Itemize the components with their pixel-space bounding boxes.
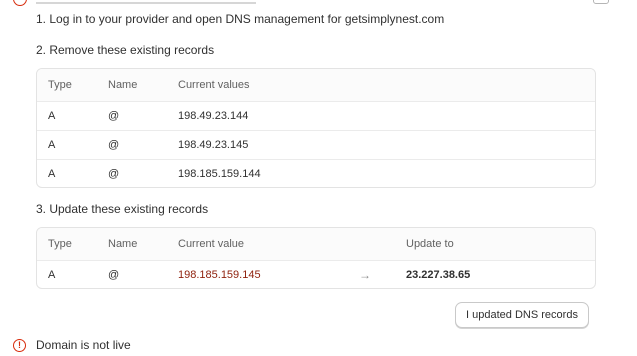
column-header-name: Name: [108, 79, 138, 91]
table-header-row: Type Name Current values: [37, 69, 595, 101]
record-type: A: [48, 110, 56, 122]
column-header-current-value: Current value: [178, 238, 245, 250]
record-type: A: [48, 139, 56, 151]
table-row: A @ 198.185.159.144: [37, 159, 595, 187]
record-value: 198.49.23.144: [178, 110, 249, 122]
column-header-update-to: Update to: [406, 238, 454, 250]
alert-circle-icon: !: [13, 338, 26, 352]
record-value: 198.185.159.144: [178, 168, 261, 180]
remove-records-table: Type Name Current values A @ 198.49.23.1…: [36, 68, 596, 188]
record-type: A: [48, 269, 56, 281]
dns-setup-panel: 1. Log in to your provider and open DNS …: [0, 0, 637, 356]
record-name: @: [108, 139, 120, 151]
column-header-current-values: Current values: [178, 79, 250, 91]
clipped-heading: [36, 0, 256, 4]
update-records-table: Type Name Current value Update to A @ 19…: [36, 227, 596, 289]
record-current-value: 198.185.159.145: [178, 269, 261, 281]
column-header-type: Type: [48, 238, 72, 250]
step-2-text: 2. Remove these existing records: [36, 43, 215, 57]
table-header-row: Type Name Current value Update to: [37, 228, 595, 260]
column-header-name: Name: [108, 238, 138, 250]
table-row: A @ 198.49.23.144: [37, 101, 595, 130]
copy-icon[interactable]: [593, 0, 609, 4]
table-row: A @ 198.49.23.145: [37, 130, 595, 159]
column-header-type: Type: [48, 79, 72, 91]
step-1-text: 1. Log in to your provider and open DNS …: [36, 12, 445, 26]
arrow-right-icon: →: [359, 268, 371, 282]
domain-status-text: Domain is not live: [36, 338, 131, 352]
record-name: @: [108, 168, 120, 180]
domain-status: ! Domain is not live: [13, 338, 131, 352]
record-value: 198.49.23.145: [178, 139, 249, 151]
step-3-text: 3. Update these existing records: [36, 202, 209, 216]
record-name: @: [108, 110, 120, 122]
updated-dns-records-button[interactable]: I updated DNS records: [455, 302, 589, 328]
record-type: A: [48, 168, 56, 180]
alert-circle-icon: [13, 0, 27, 6]
table-row: A @ 198.185.159.145 → 23.227.38.65: [37, 260, 595, 288]
record-new-value: 23.227.38.65: [406, 269, 471, 281]
record-name: @: [108, 269, 120, 281]
